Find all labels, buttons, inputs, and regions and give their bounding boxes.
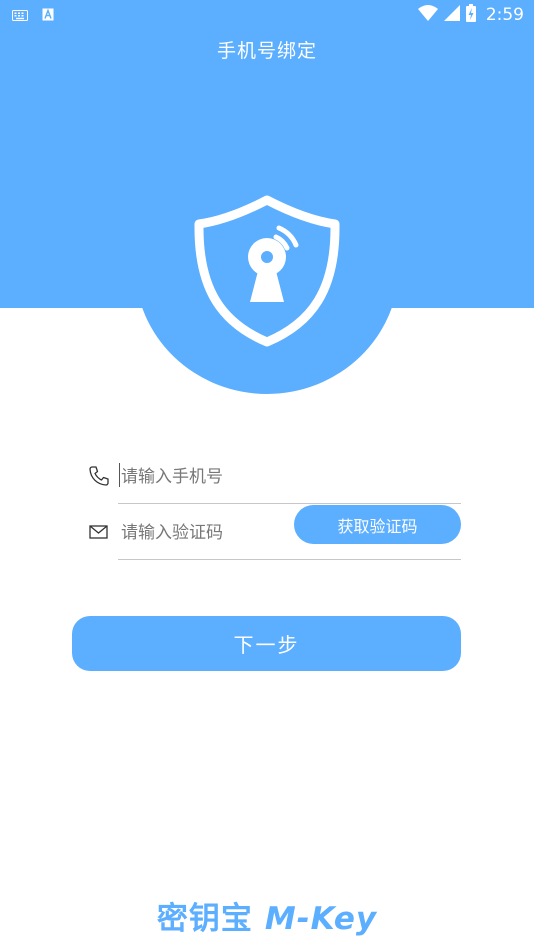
phone-input[interactable] (119, 462, 453, 492)
shield-key-icon (192, 195, 342, 347)
get-code-button[interactable]: 获取验证码 (294, 505, 461, 544)
page-title: 手机号绑定 (216, 40, 317, 62)
code-underline (118, 559, 461, 560)
brand-en: M-Key (264, 901, 378, 937)
phone-icon (88, 465, 110, 487)
phone-underline (118, 503, 461, 504)
brand-logo: 密钥宝 M-Key (0, 893, 534, 938)
keyboard-icon (12, 6, 28, 25)
code-input[interactable] (119, 518, 293, 548)
status-time: 2:59 (485, 5, 524, 25)
status-bar: 2:59 (0, 0, 534, 28)
cell-signal-icon (443, 5, 460, 25)
brand-cn: 密钥宝 (156, 901, 253, 937)
next-step-button[interactable]: 下一步 (72, 616, 461, 671)
battery-charging-icon (465, 4, 476, 26)
mail-icon (88, 521, 110, 543)
wifi-icon (417, 5, 438, 25)
a-notification-icon (42, 6, 54, 25)
